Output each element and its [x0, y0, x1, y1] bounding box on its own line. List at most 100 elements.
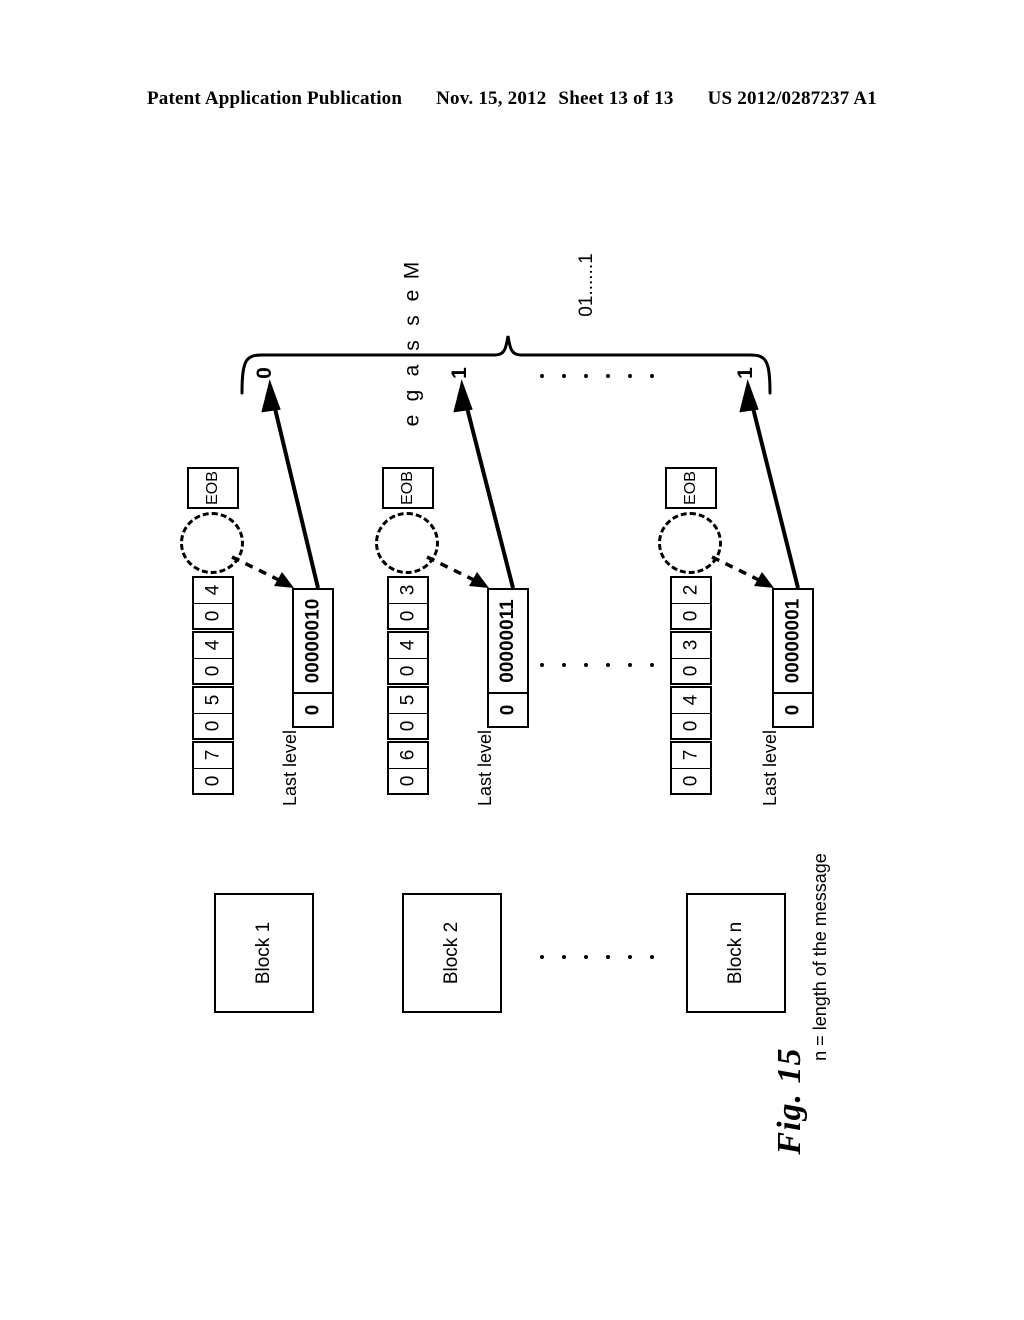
level-value: 5 [201, 694, 223, 706]
level-value: 4 [201, 639, 223, 651]
level-run: 0 [201, 665, 223, 677]
last-level-box-col1: 00000010 0 [292, 588, 334, 728]
level-run: 0 [396, 610, 418, 622]
level-run-cell: 0 [194, 604, 232, 629]
level-run: 0 [679, 665, 701, 677]
last-level-box-col2: 00000011 0 [487, 588, 529, 728]
ellipsis-dot [540, 374, 544, 378]
level-value: 4 [679, 694, 701, 706]
brace-digit-2: 1 [733, 360, 759, 386]
last-level-code: 00000010 [302, 598, 324, 684]
level-value: 7 [679, 749, 701, 761]
level-run-cell: 0 [194, 769, 232, 794]
level-pair-col1-0: 4 0 [192, 576, 234, 630]
level-value: 3 [396, 584, 418, 596]
eob-box-col1: EOB [187, 467, 239, 509]
ellipsis-dot [650, 955, 654, 959]
level-value: 3 [679, 639, 701, 651]
levels-ellipsis-dots [540, 663, 672, 667]
level-value-cell: 4 [194, 578, 232, 604]
level-pair-col2-2: 5 0 [387, 686, 429, 740]
level-run-cell: 0 [672, 659, 710, 684]
eob-box-col3: EOB [665, 467, 717, 509]
ellipsis-dot [628, 663, 632, 667]
message-bits-text: 01......1 [576, 253, 597, 317]
message-label-char: e [400, 289, 424, 302]
message-bits: 01......1 [542, 253, 632, 316]
level-run: 0 [396, 665, 418, 677]
level-pair-col1-3: 7 0 [192, 741, 234, 795]
level-value-cell: 3 [389, 578, 427, 604]
level-pair-col3-3: 7 0 [670, 741, 712, 795]
message-brace [240, 335, 772, 395]
ellipsis-dot [584, 955, 588, 959]
level-value: 6 [396, 749, 418, 761]
level-value-cell: 4 [194, 633, 232, 659]
bit-extraction-circle-col3 [658, 512, 722, 574]
ellipsis-dot [562, 374, 566, 378]
level-run-cell: 0 [194, 659, 232, 684]
level-run: 0 [201, 610, 223, 622]
eob-label: EOB [204, 471, 221, 505]
message-label: egasseM [395, 258, 429, 433]
ellipsis-dot [540, 955, 544, 959]
level-value-cell: 4 [389, 633, 427, 659]
figure-15-diagram: egasseM 01......1 0 1 1 EOB 4 0 4 0 5 0 … [0, 0, 1024, 1320]
level-run-cell: 0 [389, 769, 427, 794]
last-level-box-col3: 00000001 0 [772, 588, 814, 728]
last-level-label-text: Last level [279, 729, 300, 807]
brace-digit-0: 0 [252, 360, 278, 386]
ellipsis-dot [606, 663, 610, 667]
blocks-ellipsis-dots [540, 955, 672, 959]
level-pair-col1-1: 4 0 [192, 631, 234, 685]
level-value-cell: 7 [672, 743, 710, 769]
level-value: 2 [679, 584, 701, 596]
eob-label: EOB [399, 471, 416, 505]
last-level-flag-cell: 0 [774, 694, 812, 726]
last-level-code-cell: 00000010 [294, 590, 332, 694]
level-value-cell: 4 [672, 688, 710, 714]
last-level-flag: 0 [301, 704, 323, 716]
ellipsis-dot [606, 374, 610, 378]
brace-ellipsis-dots [540, 374, 672, 378]
level-run: 0 [201, 775, 223, 787]
ellipsis-dot [584, 663, 588, 667]
figure-caption-text: Fig. 15 [771, 1047, 808, 1155]
brace-digit-label: 1 [448, 367, 471, 379]
ellipsis-dot [650, 374, 654, 378]
brace-digit-1: 1 [447, 360, 473, 386]
last-level-code-cell: 00000011 [489, 590, 527, 694]
level-run-cell: 0 [194, 714, 232, 739]
level-value: 7 [201, 749, 223, 761]
level-pair-col3-1: 3 0 [670, 631, 712, 685]
message-label-char: a [400, 364, 424, 377]
block-label: Block 2 [441, 921, 462, 985]
last-level-code-cell: 00000001 [774, 590, 812, 694]
level-pair-col3-2: 4 0 [670, 686, 712, 740]
level-pair-col2-0: 3 0 [387, 576, 429, 630]
last-level-label-col3: Last level [730, 730, 810, 806]
ellipsis-dot [584, 374, 588, 378]
level-value-cell: 2 [672, 578, 710, 604]
message-label-char: s [400, 315, 424, 326]
level-value-cell: 6 [389, 743, 427, 769]
block-label: Block n [725, 921, 746, 985]
level-value-cell: 5 [194, 688, 232, 714]
last-level-flag: 0 [781, 704, 803, 716]
level-value: 4 [201, 584, 223, 596]
ellipsis-dot [628, 955, 632, 959]
eob-label: EOB [682, 471, 699, 505]
ellipsis-dot [628, 374, 632, 378]
brace-digit-label: 1 [734, 367, 757, 379]
level-run-cell: 0 [389, 604, 427, 629]
level-run-cell: 0 [389, 714, 427, 739]
last-level-label-col2: Last level [445, 730, 525, 806]
ellipsis-dot [606, 955, 610, 959]
last-level-label-text: Last level [759, 729, 780, 807]
bit-extraction-circle-col1 [180, 512, 244, 574]
ellipsis-dot [540, 663, 544, 667]
level-run: 0 [679, 775, 701, 787]
ellipsis-dot [562, 955, 566, 959]
block-box-n: Block n [686, 893, 786, 1013]
block-box-1: Block 1 [214, 893, 314, 1013]
